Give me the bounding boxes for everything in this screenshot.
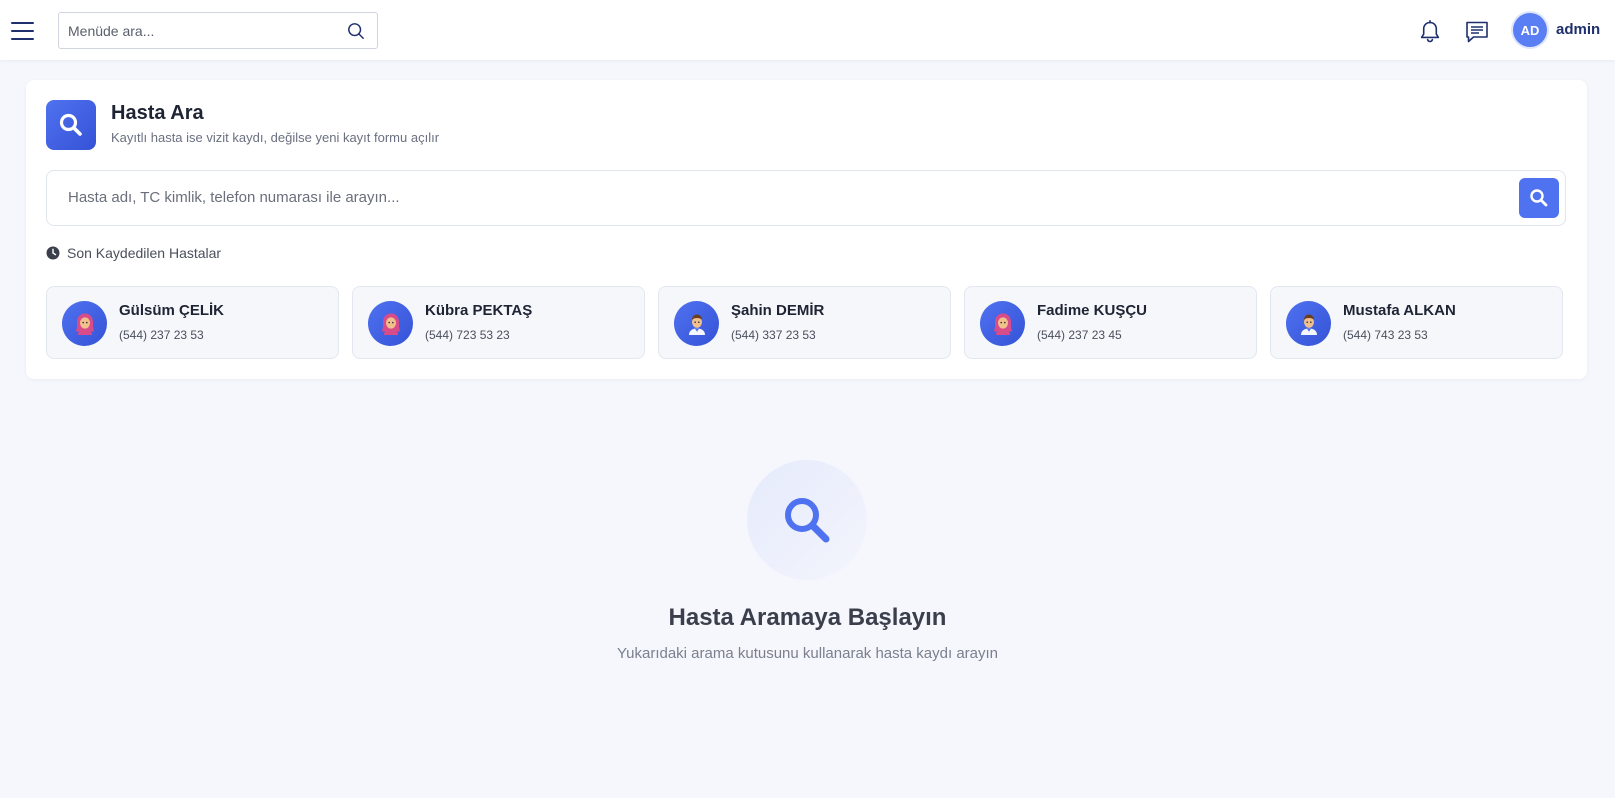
- patient-card[interactable]: Fadime KUŞÇU (544) 237 23 45: [964, 286, 1257, 359]
- patient-phone: (544) 743 23 53: [1343, 328, 1428, 342]
- patient-card[interactable]: Kübra PEKTAŞ (544) 723 53 23: [352, 286, 645, 359]
- empty-state-subtitle: Yukarıdaki arama kutusunu kullanarak has…: [616, 645, 999, 662]
- recent-patients-list: Gülsüm ÇELİK (544) 237 23 53 Kübra PEKTA…: [46, 286, 1566, 359]
- recent-patients-label: Son Kaydedilen Hastalar: [67, 245, 222, 261]
- patient-card[interactable]: Mustafa ALKAN (544) 743 23 53: [1270, 286, 1563, 359]
- recent-patients-heading: Son Kaydedilen Hastalar: [46, 245, 221, 261]
- patient-card[interactable]: Gülsüm ÇELİK (544) 237 23 53: [46, 286, 339, 359]
- card-subtitle: Kayıtlı hasta ise vizit kaydı, değilse y…: [111, 130, 440, 145]
- woman-headscarf-icon: [980, 301, 1025, 346]
- man-icon: [1286, 301, 1331, 346]
- message-icon[interactable]: [1465, 20, 1489, 44]
- bell-icon[interactable]: [1419, 20, 1441, 44]
- patient-search-input[interactable]: [47, 171, 1487, 224]
- patient-search-card: Hasta Ara Kayıtlı hasta ise vizit kaydı,…: [26, 80, 1587, 379]
- patient-card[interactable]: Şahin DEMİR (544) 337 23 53: [658, 286, 951, 359]
- patient-phone: (544) 337 23 53: [731, 328, 816, 342]
- patient-name: Fadime KUŞÇU: [1037, 302, 1148, 319]
- patient-phone: (544) 237 23 53: [119, 328, 204, 342]
- patient-phone: (544) 723 53 23: [425, 328, 510, 342]
- clock-icon: [46, 246, 60, 260]
- empty-state-search-icon: [747, 460, 867, 580]
- menu-search-input[interactable]: [59, 13, 339, 48]
- search-icon[interactable]: [347, 22, 365, 40]
- patient-name: Kübra PEKTAŞ: [425, 302, 533, 319]
- patient-name: Mustafa ALKAN: [1343, 302, 1456, 319]
- menu-search: [58, 12, 378, 49]
- patient-search-box: [46, 170, 1566, 226]
- patient-search-button[interactable]: [1519, 178, 1559, 218]
- hamburger-menu-icon[interactable]: [11, 22, 34, 40]
- username-label[interactable]: admin: [1556, 21, 1600, 38]
- patient-phone: (544) 237 23 45: [1037, 328, 1122, 342]
- search-icon: [46, 100, 96, 150]
- top-bar: AD admin: [0, 0, 1615, 60]
- search-icon: [785, 498, 830, 543]
- empty-state-title: Hasta Aramaya Başlayın: [668, 604, 947, 631]
- user-avatar[interactable]: AD: [1513, 13, 1547, 47]
- woman-headscarf-icon: [62, 301, 107, 346]
- man-icon: [674, 301, 719, 346]
- patient-name: Şahin DEMİR: [731, 302, 825, 319]
- search-icon: [1530, 189, 1548, 207]
- woman-headscarf-icon: [368, 301, 413, 346]
- patient-name: Gülsüm ÇELİK: [119, 302, 225, 319]
- card-title: Hasta Ara: [111, 102, 204, 124]
